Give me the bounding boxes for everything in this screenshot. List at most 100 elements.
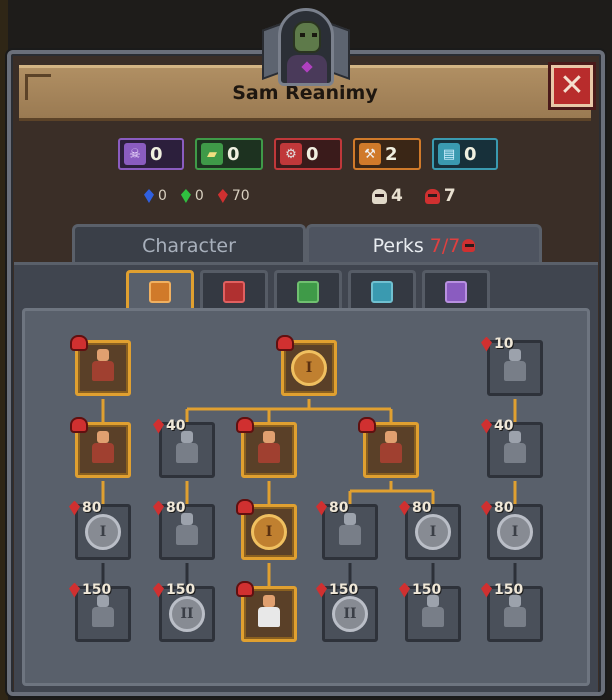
portrait-eye-left [300, 33, 305, 37]
hammer-token-icon: ⚒ [359, 143, 381, 165]
blue-gem-count: 0 [158, 188, 167, 204]
currency-value: 0 [227, 143, 240, 165]
red-gem-icon [399, 500, 410, 516]
character-portrait [262, 4, 350, 90]
perk-cost-value: 40 [166, 418, 186, 434]
tab-character[interactable]: Character [72, 224, 306, 264]
red-gem-icon [153, 418, 164, 434]
zombie-icon [500, 431, 530, 469]
red-gem-icon [481, 582, 492, 598]
perk-cost-value: 150 [494, 582, 524, 598]
perk-cost-value: 80 [82, 500, 102, 516]
perk-cost-value: 10 [494, 336, 514, 352]
perk-tree: I 10 40 40 I 80 80 I 80 I 80 I 80 150 II… [22, 308, 590, 686]
perk-cost: 80 [316, 500, 348, 516]
currency-value: 2 [385, 143, 398, 165]
bread-token-icon: ▰ [201, 143, 223, 165]
red-gem-icon [69, 582, 80, 598]
bread-icon [297, 280, 319, 303]
red-skull-icon [276, 335, 294, 351]
portrait-image [278, 8, 334, 86]
perk-cost: 80 [69, 500, 101, 516]
red-gem-icon [481, 336, 492, 352]
subtab-hammer[interactable] [126, 270, 194, 310]
perk-cost: 80 [481, 500, 513, 516]
blue-gem-icon [144, 189, 154, 203]
perk-cost-value: 150 [329, 582, 359, 598]
perk-cost: 40 [481, 418, 513, 434]
red-skull-icon [236, 581, 254, 597]
portrait-eye-right [312, 33, 317, 37]
perk-cost: 150 [69, 582, 111, 598]
gear-icon [223, 280, 245, 303]
red-gem-icon [217, 189, 228, 203]
white-skull-count: 4 [391, 186, 403, 206]
skull-icon [445, 280, 467, 303]
zombie-small-icon [335, 513, 365, 551]
zombie-carrier-icon [172, 431, 202, 469]
tier-coin-icon: II [332, 596, 368, 632]
red-skull-count: 7 [443, 186, 456, 206]
perk-cost: 80 [399, 500, 431, 516]
bearded-worker-icon [254, 431, 284, 469]
gem-counts: 0 0 70 [144, 188, 250, 204]
perk-cost: 150 [153, 582, 195, 598]
currency-bread-token: ▰ 0 [195, 138, 263, 170]
perk-cost-value: 150 [82, 582, 112, 598]
zombie-face [293, 21, 321, 53]
close-icon: ✕ [559, 68, 585, 103]
gear-token-icon: ⚙ [280, 143, 302, 165]
worker-icon [88, 349, 118, 387]
red-gem-icon [316, 582, 327, 598]
tier-coin-icon: I [415, 514, 451, 550]
scientist-icon [254, 595, 284, 633]
green-gem-icon [180, 189, 191, 203]
currency-gear-token: ⚙ 0 [274, 138, 342, 170]
perk-cost-value: 80 [329, 500, 349, 516]
perk-category-tabs [126, 270, 490, 310]
currency-value: 0 [306, 143, 319, 165]
tier-coin-icon: I [291, 350, 327, 386]
subtab-book[interactable] [348, 270, 416, 310]
redhead-worker-icon [376, 431, 406, 469]
currency-value: 0 [464, 143, 477, 165]
perk-cost-value: 80 [166, 500, 186, 516]
green-gem-count: 0 [194, 188, 204, 204]
perk-cost: 150 [481, 582, 523, 598]
red-gem-icon [481, 500, 492, 516]
red-skull-icon [462, 239, 476, 252]
red-gem-icon [399, 582, 410, 598]
book-token-icon: ▤ [438, 143, 460, 165]
currency-hammer-token: ⚒ 2 [353, 138, 421, 170]
subtab-skull[interactable] [422, 270, 490, 310]
subtab-gear[interactable] [200, 270, 268, 310]
red-skull-icon [236, 499, 254, 515]
mule-icon [500, 349, 530, 387]
book-icon [371, 280, 393, 303]
builder-icon [88, 431, 118, 469]
red-gem-icon [69, 500, 80, 516]
currency-book-token: ▤ 0 [432, 138, 498, 170]
perk-cost: 80 [153, 500, 185, 516]
perk-cost: 150 [316, 582, 358, 598]
zombie-smith-icon [418, 595, 448, 633]
tier-coin-icon: I [85, 514, 121, 550]
close-button[interactable]: ✕ [551, 65, 593, 107]
skull-counts: 4 7 [372, 186, 456, 206]
tab-character-label: Character [142, 234, 236, 257]
red-skull-icon [236, 417, 254, 433]
perk-cost-value: 150 [412, 582, 442, 598]
white-skull-icon [372, 188, 387, 204]
perk-cost-value: 80 [412, 500, 432, 516]
perk-cost-value: 150 [166, 582, 196, 598]
perk-cost: 150 [399, 582, 441, 598]
skull-token-icon: ☠ [124, 143, 146, 165]
red-skull-icon [424, 188, 440, 204]
red-skull-icon [70, 417, 88, 433]
tab-perks[interactable]: Perks 7/7 [306, 224, 542, 264]
red-gem-icon [153, 582, 164, 598]
subtab-bread[interactable] [274, 270, 342, 310]
currency-skull-token: ☠ 0 [118, 138, 184, 170]
red-gem-icon [316, 500, 327, 516]
hammer-icon [149, 280, 171, 303]
